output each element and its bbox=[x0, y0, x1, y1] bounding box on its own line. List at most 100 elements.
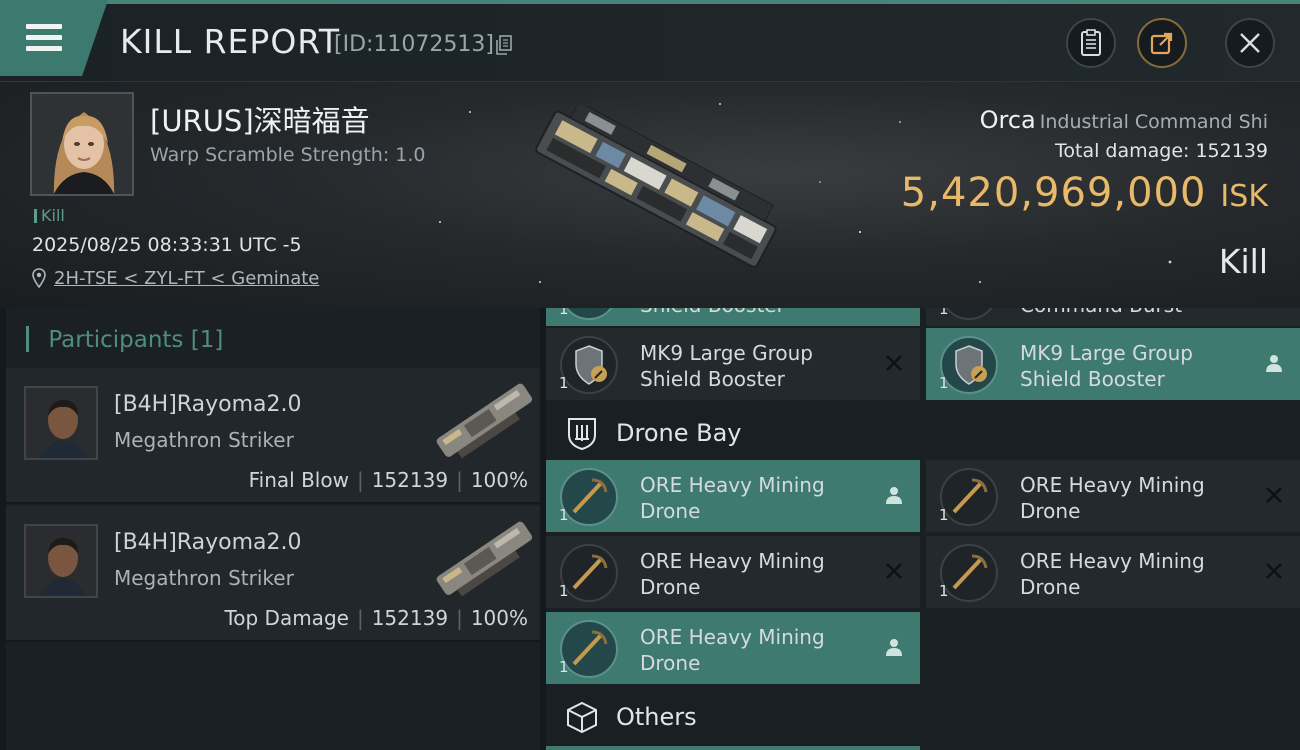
isk-value: 5,420,969,000 ISK bbox=[901, 170, 1268, 216]
participant-avatar[interactable] bbox=[24, 524, 98, 598]
participant-damage: 152139 bbox=[371, 606, 449, 630]
drone-qty: 1 bbox=[559, 506, 569, 524]
participants-panel: Participants [1] [B4H]Rayoma2.0 Megathro… bbox=[6, 308, 540, 750]
participants-label: Participants bbox=[48, 327, 184, 353]
cargo-box-icon bbox=[567, 701, 597, 734]
drone-slot[interactable]: 1 ORE Heavy Mining Drone bbox=[926, 536, 1300, 608]
others-header[interactable]: Others bbox=[546, 688, 1300, 746]
clipboard-button[interactable] bbox=[1066, 18, 1116, 68]
megathron-ship-image bbox=[436, 383, 533, 459]
drone-qty: 1 bbox=[559, 658, 569, 676]
warp-scramble-strength: Warp Scramble Strength: 1.0 bbox=[150, 144, 426, 166]
orca-ship-image bbox=[535, 106, 777, 268]
mining-drone-icon bbox=[560, 620, 618, 678]
hamburger-menu-icon bbox=[26, 24, 62, 54]
ship-class: Industrial Command Shi bbox=[1039, 111, 1268, 133]
drone-slot[interactable]: 1 ORE Heavy Mining Drone bbox=[546, 460, 920, 532]
drone-qty: 1 bbox=[559, 582, 569, 600]
participant-avatar[interactable] bbox=[24, 386, 98, 460]
victim-name[interactable]: [URUS]深暗福音 bbox=[150, 98, 370, 140]
drone-slot[interactable]: 1 ORE Heavy Mining Drone bbox=[546, 612, 920, 684]
participant-ship: Megathron Striker bbox=[114, 566, 294, 590]
module-name: Command Burst bbox=[1020, 308, 1240, 318]
isk-unit: ISK bbox=[1220, 179, 1268, 214]
module-name: MK9 Large Group Shield Booster bbox=[640, 341, 813, 391]
drone-bay-header[interactable]: Drone Bay bbox=[546, 404, 1300, 462]
drone-name: ORE Heavy Mining Drone bbox=[640, 625, 825, 675]
destroyed-x-icon bbox=[886, 563, 902, 579]
drone-bay-icon bbox=[568, 418, 596, 451]
drone-slot[interactable]: 1 ORE Heavy Mining Drone bbox=[926, 460, 1300, 532]
share-button[interactable] bbox=[1137, 18, 1187, 68]
kill-timestamp: 2025/08/25 08:33:31 UTC -5 bbox=[32, 234, 302, 256]
drone-bay-label: Drone Bay bbox=[616, 419, 742, 447]
close-icon bbox=[1240, 33, 1260, 53]
module-icon bbox=[940, 308, 998, 320]
shield-booster-icon bbox=[560, 336, 618, 394]
module-icon bbox=[560, 308, 618, 320]
isk-amount: 5,420,969,000 bbox=[900, 170, 1207, 216]
module-qty: 1 bbox=[939, 308, 949, 318]
module-slot[interactable]: 1 MK9 Large Group Shield Booster bbox=[926, 328, 1300, 400]
participant-role: Top Damage bbox=[224, 606, 349, 630]
megathron-ship-image bbox=[436, 521, 533, 597]
participant-percent: 100% bbox=[470, 468, 528, 492]
module-qty: 1 bbox=[939, 374, 949, 392]
dropped-person-icon bbox=[886, 639, 902, 656]
total-damage-value: 152139 bbox=[1195, 140, 1268, 162]
shield-booster-icon bbox=[940, 336, 998, 394]
module-slot[interactable]: 1 MK9 Large Group Shield Booster bbox=[546, 328, 920, 400]
module-slot-partial[interactable]: 1 Shield Booster bbox=[546, 308, 920, 326]
location-link[interactable]: 2H-TSE < ZYL-FT < Geminate bbox=[54, 268, 319, 289]
mining-drone-icon bbox=[940, 544, 998, 602]
participant-row[interactable]: [B4H]Rayoma2.0 Megathron Striker Top Dam… bbox=[6, 506, 540, 642]
participant-row[interactable]: [B4H]Rayoma2.0 Megathron Striker Final B… bbox=[6, 368, 540, 504]
drone-name: ORE Heavy Mining Drone bbox=[640, 549, 825, 599]
mining-drone-icon bbox=[940, 468, 998, 526]
victim-avatar[interactable] bbox=[30, 92, 134, 196]
drone-name: ORE Heavy Mining Drone bbox=[640, 473, 825, 523]
module-slot-partial[interactable]: 1 Command Burst bbox=[926, 308, 1300, 326]
drone-qty: 1 bbox=[939, 582, 949, 600]
participant-ship: Megathron Striker bbox=[114, 428, 294, 452]
report-id: [ID:11072513] bbox=[334, 32, 494, 57]
fitting-panel: 1 Shield Booster 1 Command Burst 1 MK9 L… bbox=[546, 308, 1300, 750]
page-title: KILL REPORT bbox=[120, 22, 340, 61]
participants-header: Participants [1] bbox=[26, 326, 223, 353]
victim-panel: [URUS]深暗福音 Warp Scramble Strength: 1.0 K… bbox=[0, 82, 1300, 308]
kill-tag: Kill bbox=[34, 206, 65, 225]
total-damage: Total damage: 152139 bbox=[1055, 140, 1268, 162]
result-label: Kill bbox=[1218, 242, 1268, 281]
drone-slot[interactable]: 1 ORE Heavy Mining Drone bbox=[546, 536, 920, 608]
scroll-indicator bbox=[546, 746, 920, 750]
dropped-person-icon bbox=[886, 487, 902, 504]
participant-name[interactable]: [B4H]Rayoma2.0 bbox=[114, 392, 301, 417]
victim-ship[interactable]: Orca Industrial Command Shi bbox=[980, 106, 1268, 134]
participant-stats: Final Blow | 152139 | 100% bbox=[248, 468, 528, 492]
drone-name: ORE Heavy Mining Drone bbox=[1020, 473, 1205, 523]
destroyed-x-icon bbox=[1266, 487, 1282, 503]
close-button[interactable] bbox=[1225, 18, 1275, 68]
drone-name: ORE Heavy Mining Drone bbox=[1020, 549, 1205, 599]
participant-percent: 100% bbox=[470, 606, 528, 630]
ship-name: Orca bbox=[979, 106, 1036, 134]
destroyed-x-icon bbox=[886, 355, 902, 371]
location-pin-icon bbox=[32, 268, 46, 288]
module-name: Shield Booster bbox=[640, 308, 860, 318]
menu-button[interactable] bbox=[0, 0, 108, 76]
dropped-person-icon bbox=[1266, 355, 1282, 372]
share-icon bbox=[1150, 32, 1173, 55]
total-damage-label: Total damage: bbox=[1055, 140, 1190, 162]
drone-qty: 1 bbox=[939, 506, 949, 524]
module-name: MK9 Large Group Shield Booster bbox=[1020, 341, 1193, 391]
copy-icon[interactable] bbox=[496, 35, 512, 55]
participant-damage: 152139 bbox=[371, 468, 449, 492]
participants-count: [1] bbox=[190, 327, 224, 353]
mining-drone-icon bbox=[560, 468, 618, 526]
mining-drone-icon bbox=[560, 544, 618, 602]
others-label: Others bbox=[616, 703, 697, 731]
module-qty: 1 bbox=[559, 308, 569, 318]
destroyed-x-icon bbox=[1266, 563, 1282, 579]
participant-role: Final Blow bbox=[248, 468, 349, 492]
participant-name[interactable]: [B4H]Rayoma2.0 bbox=[114, 530, 301, 555]
